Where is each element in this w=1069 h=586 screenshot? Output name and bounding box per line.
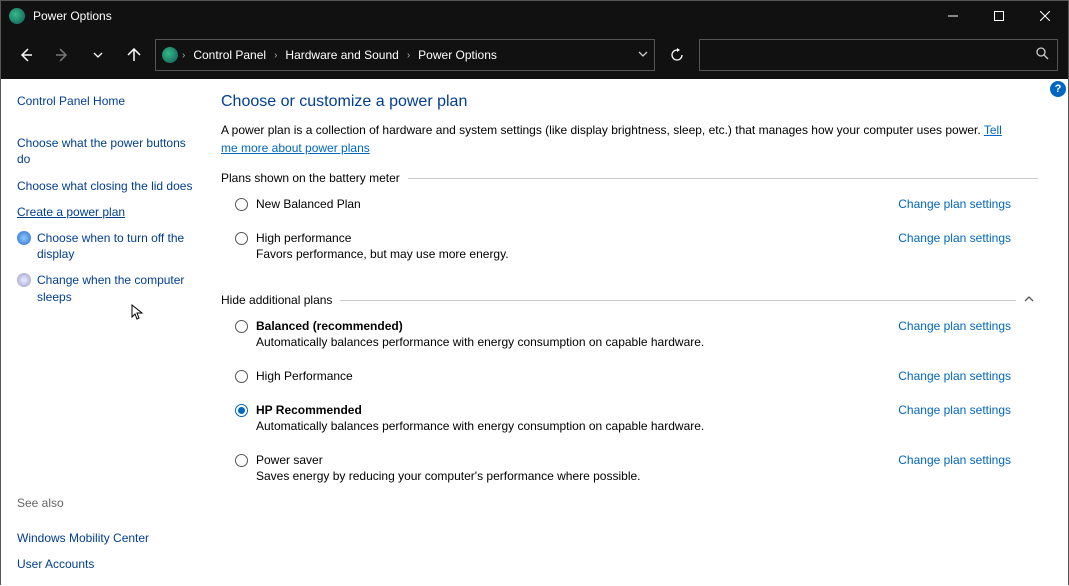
up-button[interactable] [119, 40, 149, 70]
back-button[interactable] [11, 40, 41, 70]
hide-additional-plans-label: Hide additional plans [221, 293, 332, 307]
minimize-button[interactable] [930, 1, 976, 31]
search-icon[interactable] [1036, 47, 1049, 63]
breadcrumb-item[interactable]: Control Panel [189, 48, 270, 62]
navbar: › Control Panel › Hardware and Sound › P… [1, 31, 1068, 79]
search-box[interactable] [699, 39, 1058, 71]
breadcrumb-item[interactable]: Hardware and Sound [281, 48, 402, 62]
sidebar-link-sleep[interactable]: Change when the computer sleeps [37, 272, 195, 304]
plan-desc: Favors performance, but may use more ene… [256, 247, 878, 261]
sidebar-link-power-buttons[interactable]: Choose what the power buttons do [17, 135, 195, 167]
plans-shown-header: Plans shown on the battery meter [221, 171, 1038, 185]
chevron-down-icon [93, 50, 103, 60]
sleep-icon [17, 273, 31, 287]
intro-body: A power plan is a collection of hardware… [221, 123, 984, 137]
chevron-right-icon: › [407, 50, 410, 61]
radio-button[interactable] [235, 232, 248, 245]
chevron-up-icon [1016, 294, 1038, 307]
change-plan-settings-link[interactable]: Change plan settings [898, 231, 1011, 245]
radio-button[interactable] [235, 370, 248, 383]
address-bar[interactable]: › Control Panel › Hardware and Sound › P… [155, 39, 655, 71]
plans-shown-label: Plans shown on the battery meter [221, 171, 400, 185]
page-title: Choose or customize a power plan [221, 93, 1038, 111]
maximize-button[interactable] [976, 1, 1022, 31]
control-panel-icon [162, 47, 178, 63]
change-plan-settings-link[interactable]: Change plan settings [898, 197, 1011, 211]
radio-button[interactable] [235, 198, 248, 211]
see-also-user-accounts[interactable]: User Accounts [17, 556, 195, 572]
plan-row: HP Recommended Automatically balances pe… [221, 399, 1011, 435]
chevron-down-icon [638, 49, 648, 59]
intro-text: A power plan is a collection of hardware… [221, 121, 1011, 157]
plan-name[interactable]: High performance [256, 231, 878, 245]
plan-name[interactable]: HP Recommended [256, 403, 878, 417]
plan-row: Balanced (recommended) Automatically bal… [221, 315, 1011, 351]
plan-row: High performance Favors performance, but… [221, 227, 1011, 263]
change-plan-settings-link[interactable]: Change plan settings [898, 319, 1011, 333]
arrow-up-icon [127, 48, 141, 62]
main-panel: Choose or customize a power plan A power… [211, 79, 1068, 586]
arrow-right-icon [55, 48, 69, 62]
sidebar-link-turn-off-display[interactable]: Choose when to turn off the display [37, 230, 195, 262]
titlebar: Power Options [1, 1, 1068, 31]
app-icon [9, 8, 25, 24]
refresh-button[interactable] [661, 39, 693, 71]
recent-locations-button[interactable] [83, 40, 113, 70]
sidebar: Control Panel Home Choose what the power… [1, 79, 211, 586]
display-icon [17, 231, 31, 245]
plan-name[interactable]: Balanced (recommended) [256, 319, 878, 333]
plan-name[interactable]: New Balanced Plan [256, 197, 878, 211]
sidebar-link-closing-lid[interactable]: Choose what closing the lid does [17, 178, 195, 194]
breadcrumb-item[interactable]: Power Options [414, 48, 501, 62]
divider [340, 300, 1016, 301]
hide-additional-plans-header[interactable]: Hide additional plans [221, 293, 1038, 307]
radio-button[interactable] [235, 404, 248, 417]
chevron-right-icon: › [274, 50, 277, 61]
plan-row: High Performance Change plan settings [221, 365, 1011, 385]
plan-row: Power saver Saves energy by reducing you… [221, 449, 1011, 485]
plan-desc: Saves energy by reducing your computer's… [256, 469, 878, 483]
change-plan-settings-link[interactable]: Change plan settings [898, 453, 1011, 467]
minimize-icon [948, 11, 958, 21]
close-icon [1040, 11, 1050, 21]
change-plan-settings-link[interactable]: Change plan settings [898, 369, 1011, 383]
plan-row: New Balanced Plan Change plan settings [221, 193, 1011, 213]
radio-button[interactable] [235, 454, 248, 467]
close-button[interactable] [1022, 1, 1068, 31]
arrow-left-icon [19, 48, 33, 62]
window-title: Power Options [33, 9, 930, 23]
content-area: ? Control Panel Home Choose what the pow… [1, 79, 1068, 586]
divider [408, 178, 1038, 179]
window-controls [930, 1, 1068, 31]
plan-desc: Automatically balances performance with … [256, 419, 878, 433]
change-plan-settings-link[interactable]: Change plan settings [898, 403, 1011, 417]
refresh-icon [670, 48, 684, 62]
plan-desc: Automatically balances performance with … [256, 335, 878, 349]
see-also-label: See also [17, 496, 195, 516]
search-input[interactable] [708, 48, 1036, 62]
maximize-icon [994, 11, 1004, 21]
control-panel-home-link[interactable]: Control Panel Home [17, 93, 195, 109]
forward-button[interactable] [47, 40, 77, 70]
see-also-mobility-center[interactable]: Windows Mobility Center [17, 530, 195, 546]
plan-name[interactable]: High Performance [256, 369, 878, 383]
radio-button[interactable] [235, 320, 248, 333]
plan-name[interactable]: Power saver [256, 453, 878, 467]
sidebar-link-create-plan[interactable]: Create a power plan [17, 204, 195, 220]
address-dropdown-button[interactable] [638, 48, 648, 62]
chevron-right-icon: › [182, 50, 185, 61]
